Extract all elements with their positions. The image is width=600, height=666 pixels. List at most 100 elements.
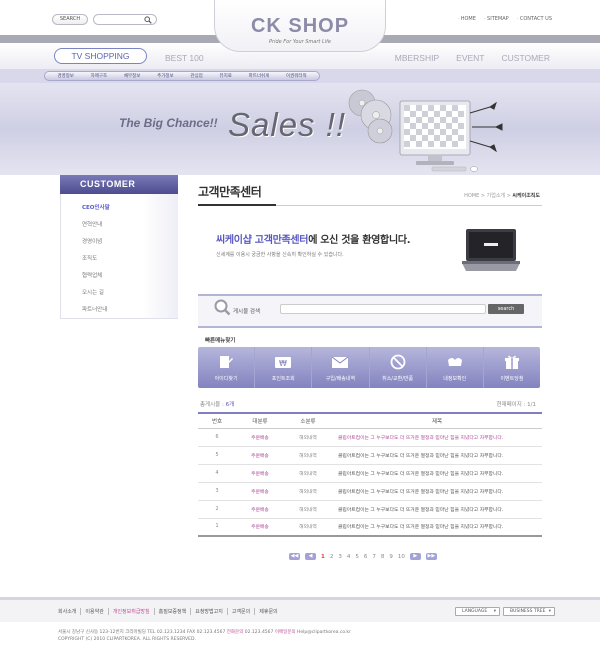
- subnav-item[interactable]: 채무정보: [124, 73, 141, 79]
- subnav-item[interactable]: 파트너쉬게: [249, 73, 270, 79]
- quick-order-history[interactable]: 구입/배송내역: [312, 347, 370, 388]
- language-select[interactable]: LANGUAGE ▾: [455, 607, 500, 616]
- nav-right: MBERSHIP EVENT CUSTOMER: [395, 53, 550, 63]
- cell-subject-link[interactable]: 클립아트컵이는 그 누구보다도 더 뜨거운 열정과 믿마난 힘을 지녔다고 자부…: [332, 428, 542, 447]
- page-number[interactable]: 7: [372, 554, 376, 560]
- cell-category: 주문배송: [236, 428, 284, 447]
- site-logo[interactable]: CK SHOP: [215, 15, 385, 38]
- sub-nav-pill: 경영정보 자매구조 채무정보 추가정보 관심업 뮤지료 파트너쉬게 이권워터워: [44, 71, 320, 81]
- nav-event[interactable]: EVENT: [456, 53, 484, 63]
- site-tagline: Pride For Your Smart Life: [269, 39, 331, 45]
- sidebar-item-philosophy[interactable]: 경영이념: [61, 237, 178, 254]
- welcome-heading: 씨케이샵 고객만족센터에 오신 것을 환영합니다.: [216, 231, 411, 246]
- nav-best-100[interactable]: BEST 100: [165, 53, 204, 63]
- subnav-item[interactable]: 관심업: [190, 73, 202, 79]
- sidebar-item-org-chart[interactable]: 조직도: [61, 254, 178, 271]
- quick-event-winners[interactable]: 이벤트당첨: [484, 347, 540, 388]
- cell-no: 5: [198, 446, 236, 465]
- top-links: HOME SITEMAP CONTACT US: [458, 16, 552, 22]
- contact-link[interactable]: CONTACT US: [517, 16, 552, 22]
- sidebar-item-partners[interactable]: 협력업체: [61, 271, 178, 288]
- quick-label: 내정보확인: [443, 376, 467, 382]
- sitemap-link[interactable]: SITEMAP: [484, 16, 509, 22]
- col-header-category: 대분류: [236, 412, 284, 429]
- next-page-button[interactable]: ▶: [409, 553, 421, 560]
- welcome-center-name: 고객만족센터: [254, 235, 309, 246]
- subnav-item[interactable]: 뮤지료: [219, 73, 231, 79]
- table-row[interactable]: 6 주문배송 해외내역 클립아트컵이는 그 누구보다도 더 뜨거운 열정과 믿마…: [198, 428, 542, 447]
- cell-subject-link[interactable]: 클립아트컵이는 그 누구보다도 더 뜨거운 열정과 믿마난 힘을 지녔다고 자부…: [332, 482, 542, 501]
- footer-link[interactable]: 홈질보증정책: [153, 608, 191, 615]
- business-select-label: BUSINESS TREE: [510, 609, 546, 614]
- address-mail-label: 이메일문의: [274, 630, 296, 635]
- table-row[interactable]: 1 주문배송 해외내역 클립아트컵이는 그 누구보다도 더 뜨거운 열정과 믿마…: [198, 518, 542, 537]
- page-number[interactable]: 8: [381, 554, 385, 560]
- cell-subject-link[interactable]: 클립아트컵이는 그 누구보다도 더 뜨거운 열정과 믿마난 힘을 지녔다고 자부…: [332, 500, 542, 519]
- sidebar-item-partner-guide[interactable]: 파트너안내: [61, 305, 178, 322]
- logo-tab[interactable]: CK SHOP Pride For Your Smart Life: [214, 0, 386, 52]
- nav-membership[interactable]: MBERSHIP: [395, 53, 439, 63]
- quick-point-lookup[interactable]: ₩ 포인트조회: [255, 347, 313, 388]
- table-row[interactable]: 3 주문배송 해외내역 클립아트컵이는 그 누구보다도 더 뜨거운 열정과 믿마…: [198, 482, 542, 501]
- cell-no: 2: [198, 500, 236, 519]
- prev-page-button[interactable]: ◀: [305, 553, 316, 560]
- footer-link[interactable]: 이용약관: [80, 608, 107, 615]
- page-number[interactable]: 6: [364, 554, 368, 560]
- svg-text:₩: ₩: [279, 359, 287, 368]
- table-row[interactable]: 5 주문배송 해외내역 클립아트컵이는 그 누구보다도 더 뜨거운 열정과 믿마…: [198, 446, 542, 465]
- sidebar-item-ceo[interactable]: CEO인사말: [61, 203, 178, 220]
- cell-subject-link[interactable]: 클립아트컵이는 그 누구보다도 더 뜨거운 열정과 믿마난 힘을 지녔다고 자부…: [332, 446, 542, 465]
- cell-category: 주문배송: [236, 446, 284, 465]
- subnav-item[interactable]: 추가정보: [157, 73, 174, 79]
- sub-nav: 경영정보 자매구조 채무정보 추가정보 관심업 뮤지료 파트너쉬게 이권워터워: [0, 69, 600, 83]
- footer-link[interactable]: 회사소개: [58, 608, 80, 615]
- footer-link-privacy[interactable]: 개인정보취급방침: [107, 608, 154, 615]
- quick-label: 취소/교환/반품: [382, 376, 414, 382]
- quick-find-id[interactable]: 아이디찾기: [198, 347, 256, 388]
- board-search-button[interactable]: search: [488, 304, 524, 314]
- page-number[interactable]: 2: [330, 554, 334, 560]
- subnav-item[interactable]: 자매구조: [91, 73, 108, 79]
- footer-links: 회사소개 이용약관 개인정보취급방침 홈질보증정책 요청방법고지 고객문의 제휴…: [58, 608, 282, 615]
- table-row[interactable]: 4 주문배송 해외내역 클립아트컵이는 그 누구보다도 더 뜨거운 열정과 믿마…: [198, 464, 542, 483]
- footer-link[interactable]: 요청방법고지: [190, 608, 227, 615]
- business-tree-select[interactable]: BUSINESS TREE ▾: [503, 607, 555, 616]
- page-number[interactable]: 4: [347, 554, 351, 560]
- footer-link[interactable]: 제휴문의: [254, 608, 281, 615]
- last-page-button[interactable]: ▶▶: [425, 553, 437, 560]
- table-row[interactable]: 2 주문배송 해외내역 클립아트컵이는 그 누구보다도 더 뜨거운 열정과 믿마…: [198, 500, 542, 519]
- sidebar-item-history[interactable]: 연혁안내: [61, 220, 178, 237]
- cell-category: 주문배송: [236, 482, 284, 501]
- nav-customer[interactable]: CUSTOMER: [502, 53, 551, 63]
- quick-my-info[interactable]: 내정보확인: [427, 347, 484, 388]
- page-number[interactable]: 9: [389, 554, 393, 560]
- banner-monitor-cd-illustration: [348, 89, 503, 172]
- monitor-icon: [399, 100, 471, 165]
- page-number[interactable]: 3: [338, 554, 342, 560]
- sidebar-item-directions[interactable]: 오시는 길: [61, 288, 178, 305]
- page-number[interactable]: 5: [355, 554, 359, 560]
- home-link[interactable]: HOME: [458, 16, 476, 22]
- search-icon[interactable]: [144, 16, 152, 24]
- breadcrumb-path[interactable]: HOME > 기업소개 >: [464, 193, 512, 199]
- prohibit-icon: [390, 354, 405, 370]
- address-mail[interactable]: Help@clipartkorea.co.kr: [297, 630, 351, 635]
- laptop-icon: [462, 229, 520, 271]
- pagination: ◀◀ ◀ 1 2 3 4 5 6 7 8 9 10 ▶ ▶▶: [289, 553, 437, 560]
- footer-link[interactable]: 고객문의: [226, 608, 254, 615]
- page-number-current[interactable]: 1: [321, 554, 325, 560]
- board-search-input[interactable]: [280, 304, 486, 314]
- dart-icon: [469, 101, 503, 153]
- cell-subject-link[interactable]: 클립아트컵이는 그 누구보다도 더 뜨거운 열정과 믿마난 힘을 지녔다고 자부…: [332, 518, 542, 537]
- page-title: 고객만족센터: [198, 185, 262, 199]
- subnav-item[interactable]: 경영정보: [57, 73, 74, 79]
- gift-icon: [504, 355, 519, 369]
- first-page-button[interactable]: ◀◀: [289, 553, 300, 560]
- nav-tv-shopping[interactable]: TV SHOPPING: [54, 48, 147, 64]
- hands-icon: [447, 358, 462, 366]
- page-number[interactable]: 10: [398, 554, 405, 560]
- search-input[interactable]: [93, 14, 157, 25]
- cell-subject-link[interactable]: 클립아트컵이는 그 누구보다도 더 뜨거운 열정과 믿마난 힘을 지녔다고 자부…: [332, 464, 542, 483]
- subnav-item[interactable]: 이권워터워: [286, 73, 307, 79]
- quick-cancel-return[interactable]: 취소/교환/반품: [370, 347, 427, 388]
